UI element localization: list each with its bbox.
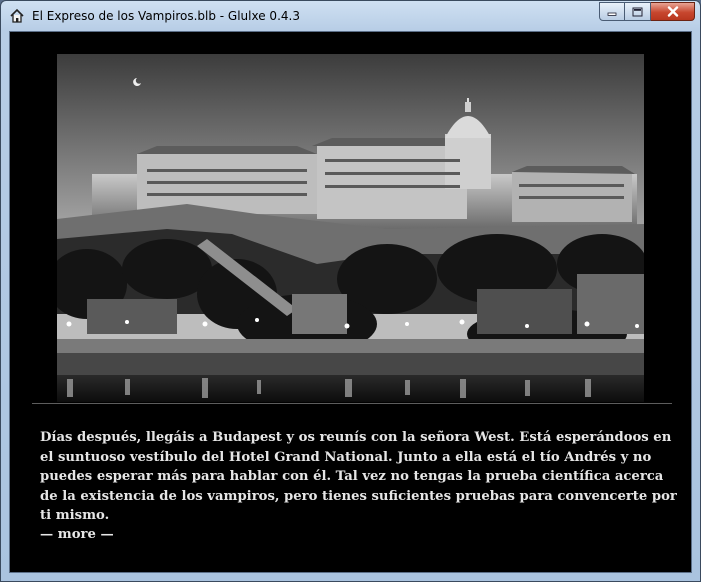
budapest-castle-image	[57, 54, 644, 402]
window-title: El Expreso de los Vampiros.blb - Glulxe …	[32, 9, 300, 23]
maximize-button[interactable]	[625, 2, 651, 21]
minimize-icon	[607, 12, 617, 16]
more-prompt[interactable]: — more —	[40, 527, 114, 542]
home-icon	[10, 8, 24, 23]
story-text: Días después, llegáis a Budapest y os re…	[40, 430, 677, 524]
game-window[interactable]: Días después, llegáis a Budapest y os re…	[9, 31, 692, 573]
close-button[interactable]	[651, 2, 695, 21]
maximize-icon	[632, 7, 643, 16]
window-controls	[599, 2, 695, 22]
title-bar[interactable]: El Expreso de los Vampiros.blb - Glulxe …	[1, 1, 700, 31]
minimize-button[interactable]	[599, 2, 625, 21]
close-icon	[667, 6, 678, 17]
separator-line	[32, 403, 672, 404]
app-window: El Expreso de los Vampiros.blb - Glulxe …	[0, 0, 701, 582]
